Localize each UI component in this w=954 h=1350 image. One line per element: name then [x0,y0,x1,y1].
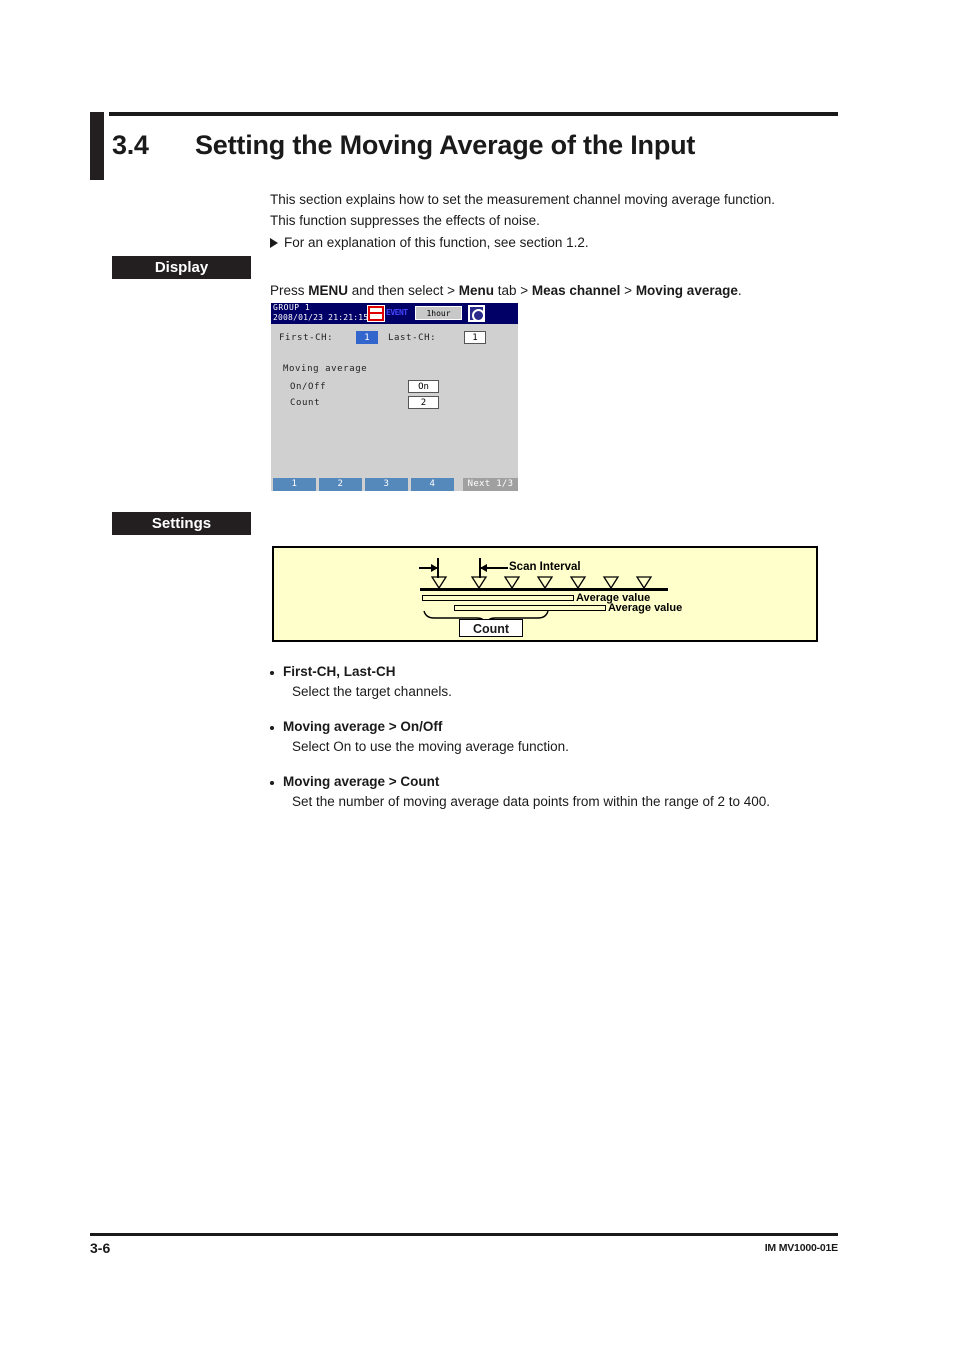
moving-average-label: Moving average [283,364,368,374]
document-id: IM MV1000-01E [764,1242,838,1254]
scan-interval-label: Scan Interval [509,561,581,573]
device-tab-bar: 1 2 3 4 Next 1/3 [271,478,518,491]
marker-triangle-icon [635,576,653,590]
device-datetime: 2008/01/23 21:21:15 [273,313,369,322]
count-label: Count [290,398,321,408]
marker-triangle-icon [503,576,521,590]
heading-accent-bar [90,112,104,180]
badge-display: Display [112,256,251,279]
intro-reference: For an explanation of this function, see… [270,232,850,253]
bullet-item: Moving average > On/Off Select On to use… [270,719,850,756]
device-tab-3[interactable]: 3 [365,478,408,491]
badge-settings: Settings [112,512,251,535]
first-ch-label: First-CH: [279,333,334,343]
average-bar-2 [454,605,606,611]
device-titlebar: GROUP 1 2008/01/23 21:21:15 EVENT 1hour [271,303,518,324]
section-number: 3.4 [112,130,149,160]
device-tab-4[interactable]: 4 [411,478,454,491]
intro-reference-text: For an explanation of this function, see… [284,235,589,250]
bullet-body: Select On to use the moving average func… [292,739,569,754]
device-screenshot: GROUP 1 2008/01/23 21:21:15 EVENT 1hour … [271,303,518,491]
menu-path-mid1: and then select > [348,283,459,298]
settings-diagram: Scan Interval Average value Average valu… [272,546,818,642]
heading-rule [109,112,838,116]
menu-path-suffix: . [737,283,742,298]
device-tab-2[interactable]: 2 [319,478,362,491]
settings-bullet-list: First-CH, Last-CH Select the target chan… [270,664,850,829]
intro-line-1: This section explains how to set the mea… [270,192,776,207]
intro-line-2: This function suppresses the effects of … [270,213,540,228]
bullet-body: Select the target channels. [292,684,452,699]
marker-triangle-icon [430,576,448,590]
bullet-dot-icon [270,671,274,675]
intro-paragraph: This section explains how to set the mea… [270,189,850,253]
device-tab-1[interactable]: 1 [273,478,316,491]
bullet-heading-row: Moving average > Count [270,774,850,789]
last-ch-label: Last-CH: [388,333,437,343]
bullet-heading: Moving average > Count [283,774,440,789]
bullet-heading-row: First-CH, Last-CH [270,664,850,679]
bullet-heading: First-CH, Last-CH [283,664,396,679]
onoff-field[interactable]: On [408,380,439,393]
bullet-heading: Moving average > On/Off [283,719,443,734]
device-body: First-CH: 1 Last-CH: 1 Moving average On… [271,324,518,470]
triangle-right-icon [270,237,278,248]
menu-path-tab: Menu [458,283,494,298]
menu-path-mid3: > [620,283,636,298]
menu-path-mid2: tab > [493,283,532,298]
menu-path-item2: Moving average [635,283,738,298]
footer-rule [90,1233,838,1236]
onoff-label: On/Off [290,382,327,392]
bullet-body: Set the number of moving average data po… [292,794,771,809]
diagram-axis [420,588,668,591]
marker-triangle-icon [470,576,488,590]
device-next-button[interactable]: Next 1/3 [463,478,518,491]
bullet-item: Moving average > Count Set the number of… [270,774,850,811]
first-ch-field[interactable]: 1 [356,331,378,344]
bullet-dot-icon [270,726,274,730]
marker-triangle-icon [536,576,554,590]
device-interval-button[interactable]: 1hour [415,306,462,320]
section-heading: 3.4 Setting the Moving Average of the In… [90,112,838,184]
menu-path-item1: Meas channel [531,283,621,298]
scan-arrowhead-left-icon [480,564,487,572]
count-field[interactable]: 2 [408,396,439,409]
device-group-label: GROUP 1 [273,303,311,312]
page-number: 3-6 [90,1240,111,1256]
average-value-label-2: Average value [608,602,683,614]
circle-status-icon[interactable] [468,305,485,322]
last-ch-field[interactable]: 1 [464,331,486,344]
average-bar-1 [422,595,574,601]
bullet-dot-icon [270,781,274,785]
marker-triangle-icon [569,576,587,590]
page-title: Setting the Moving Average of the Input [195,130,696,160]
marker-triangle-icon [602,576,620,590]
bullet-item: First-CH, Last-CH Select the target chan… [270,664,850,701]
bullet-heading-row: Moving average > On/Off [270,719,850,734]
menu-path-key: MENU [308,283,349,298]
device-event-label: EVENT [386,308,408,317]
menu-path: Press MENU and then select > Menu tab > … [270,283,742,298]
scan-arrowhead-right-icon [431,564,438,572]
count-callout-box: Count [459,619,523,637]
menu-path-prefix: Press [270,283,309,298]
recording-icon [367,305,385,322]
